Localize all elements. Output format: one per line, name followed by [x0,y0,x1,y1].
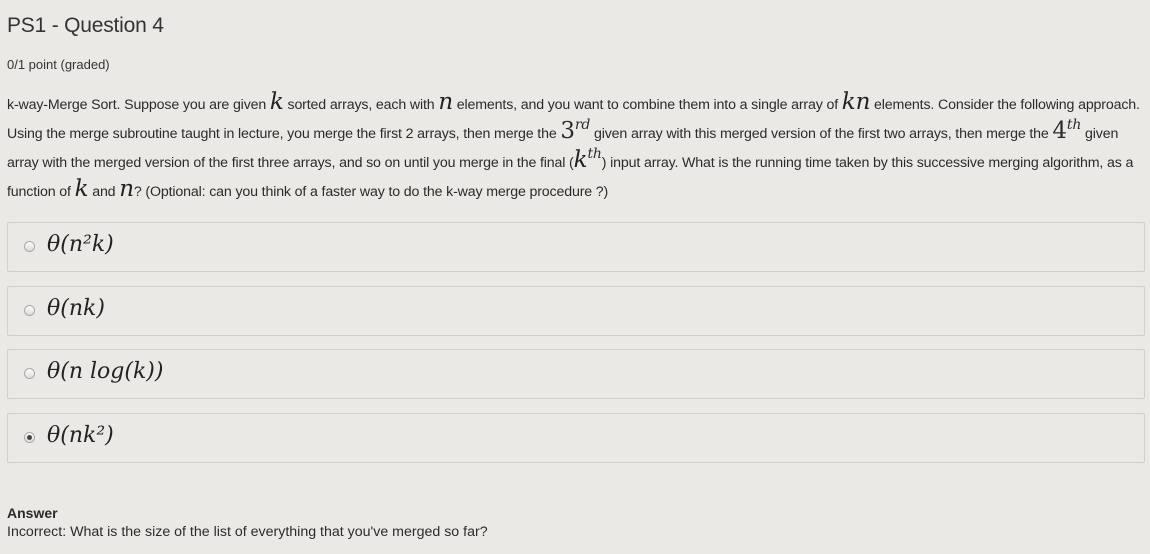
math-fourth: 4 [1052,118,1067,144]
math-kth: k [573,147,588,173]
points-status: 0/1 point (graded) [7,57,110,72]
problem-text: k-way-Merge Sort. Suppose you are given [7,97,270,113]
question-title: PS1 - Question 4 [7,14,164,37]
option-label[interactable]: θ(n²k) [47,232,114,257]
problem-statement: k-way-Merge Sort. Suppose you are given … [7,91,1145,207]
math-kth-sup: th [587,146,602,163]
math-third: 3 [560,118,575,144]
radio-button[interactable] [24,368,35,379]
problem-text: given array with this merged version of … [590,126,1053,142]
math-kn: kn [841,89,871,115]
problem-text: ? (Optional: can you think of a faster w… [133,184,609,200]
answer-option-3[interactable]: θ(n log(k)) [7,349,1145,399]
math-fourth-sup: th [1066,117,1082,134]
answer-feedback: Incorrect: What is the size of the list … [7,524,488,540]
math-k: k [269,89,284,115]
radio-button-selected[interactable] [24,432,35,443]
option-label[interactable]: θ(nk) [47,296,105,321]
answer-option-1[interactable]: θ(n²k) [7,222,1145,272]
problem-text: and [88,184,120,200]
radio-button[interactable] [24,305,35,316]
math-n: n [119,176,134,202]
math-n: n [438,89,453,115]
answer-option-4[interactable]: θ(nk²) [7,413,1145,463]
answer-option-2[interactable]: θ(nk) [7,286,1145,336]
math-third-sup: rd [574,117,591,134]
option-label[interactable]: θ(n log(k)) [47,359,163,384]
math-k: k [74,176,89,202]
answer-heading: Answer [7,505,58,521]
problem-text: sorted arrays, each with [283,97,439,113]
radio-button[interactable] [24,241,35,252]
option-label[interactable]: θ(nk²) [47,423,114,448]
problem-text: elements, and you want to combine them i… [452,97,842,113]
